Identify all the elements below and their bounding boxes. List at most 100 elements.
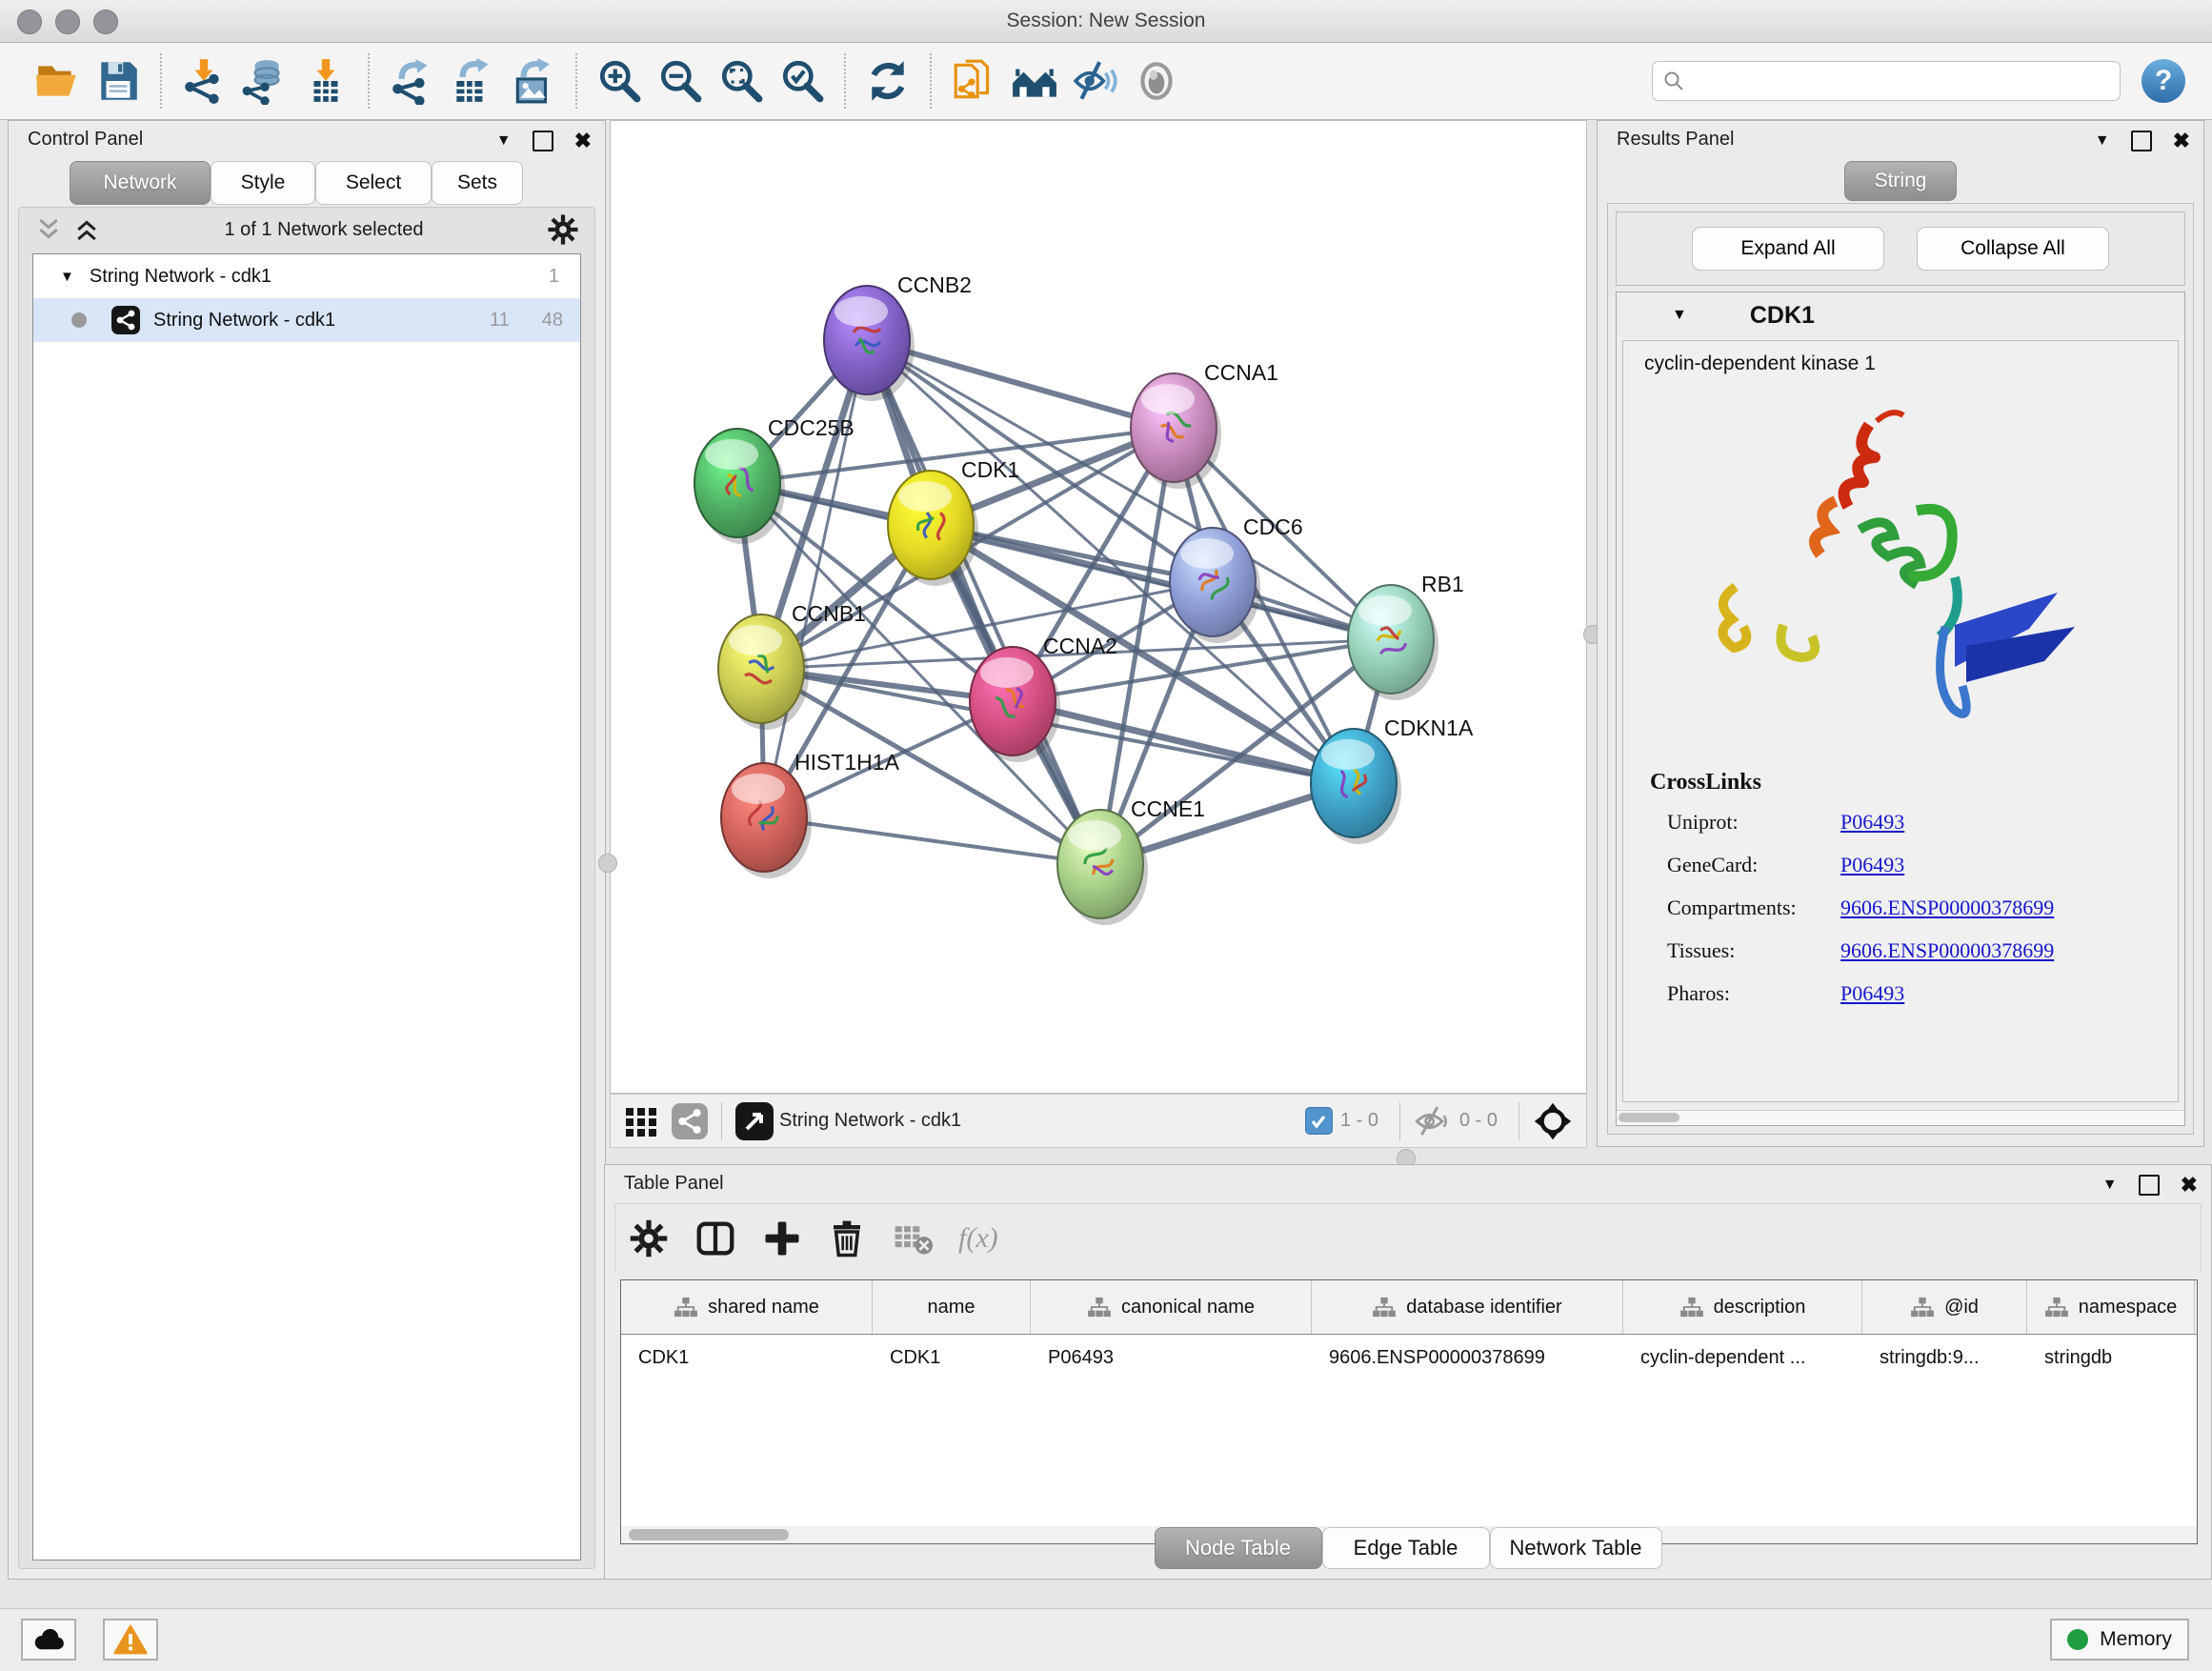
birds-eye-view-icon[interactable] bbox=[735, 1102, 774, 1140]
crosslink-link[interactable]: P06493 bbox=[1840, 853, 1904, 896]
table-options-gear-icon[interactable] bbox=[629, 1218, 669, 1258]
network-node-CDK1[interactable] bbox=[888, 471, 978, 586]
column-header-shared-name[interactable]: shared name bbox=[621, 1280, 873, 1334]
expand-all-networks-icon[interactable] bbox=[72, 215, 101, 244]
export-table-icon[interactable] bbox=[447, 55, 498, 107]
network-view-title: String Network - cdk1 bbox=[779, 1110, 961, 1132]
show-columns-icon[interactable] bbox=[694, 1217, 737, 1260]
collapse-all-networks-icon[interactable] bbox=[34, 215, 63, 244]
table-cell[interactable]: stringdb:9... bbox=[1862, 1334, 2027, 1381]
network-node-HIST1H1A[interactable] bbox=[721, 763, 812, 878]
results-scrollbar[interactable] bbox=[1617, 1110, 2184, 1125]
table-cell[interactable]: CDK1 bbox=[873, 1334, 1031, 1381]
first-neighbors-icon[interactable] bbox=[1009, 55, 1060, 107]
crosslink-link[interactable]: 9606.ENSP00000378699 bbox=[1840, 896, 2054, 938]
save-session-icon[interactable] bbox=[92, 55, 144, 107]
table-cell[interactable]: stringdb bbox=[2027, 1334, 2195, 1381]
network-edge-CCNB2-CCNE1[interactable] bbox=[867, 340, 1100, 864]
table-cell[interactable]: 9606.ENSP00000378699 bbox=[1312, 1334, 1623, 1381]
column-header-label: database identifier bbox=[1406, 1297, 1561, 1319]
collapse-all-button[interactable]: Collapse All bbox=[1917, 227, 2109, 271]
tab-sets[interactable]: Sets bbox=[432, 161, 523, 205]
network-node-RB1[interactable] bbox=[1348, 585, 1438, 700]
tab-edge-table[interactable]: Edge Table bbox=[1322, 1527, 1490, 1569]
network-row[interactable]: String Network - cdk1 11 48 bbox=[33, 298, 580, 342]
tab-network-table[interactable]: Network Table bbox=[1490, 1527, 1662, 1569]
table-panel: Table Panel ▼ ✖ f(x) shared namenamecano… bbox=[604, 1164, 2212, 1580]
crosslink-link[interactable]: 9606.ENSP00000378699 bbox=[1840, 938, 2054, 981]
collapse-panel-icon[interactable]: ▼ bbox=[2102, 1177, 2118, 1194]
network-label: String Network - cdk1 bbox=[153, 310, 335, 332]
column-header-name[interactable]: name bbox=[873, 1280, 1031, 1334]
hide-selected-icon[interactable] bbox=[1070, 55, 1121, 107]
network-view-mode-icon[interactable] bbox=[672, 1103, 708, 1139]
float-panel-icon[interactable] bbox=[2139, 1175, 2160, 1196]
node-label-CCNE1: CCNE1 bbox=[1131, 796, 1205, 821]
table-cell[interactable]: cyclin-dependent ... bbox=[1623, 1334, 1862, 1381]
network-canvas[interactable]: CCNB2CCNA1CDC25BCDK1CDC6RB1CCNB1CCNA2CDK… bbox=[610, 120, 1587, 1094]
collapse-panel-icon[interactable]: ▼ bbox=[2095, 132, 2110, 150]
network-from-selection-icon[interactable] bbox=[948, 55, 999, 107]
help-icon[interactable]: ? bbox=[2142, 59, 2185, 103]
network-node-CCNA2[interactable] bbox=[970, 647, 1060, 762]
delete-column-trash-icon[interactable] bbox=[827, 1218, 867, 1258]
collection-expander-icon[interactable]: ▼ bbox=[60, 269, 74, 285]
table-cell[interactable]: CDK1 bbox=[621, 1334, 873, 1381]
network-edge-CCNB2-HIST1H1A[interactable] bbox=[764, 340, 867, 817]
tab-style[interactable]: Style bbox=[211, 161, 315, 205]
tab-node-table[interactable]: Node Table bbox=[1155, 1527, 1322, 1569]
search-input[interactable] bbox=[1685, 70, 2110, 92]
expand-all-button[interactable]: Expand All bbox=[1692, 227, 1884, 271]
network-node-CDC6[interactable] bbox=[1170, 528, 1260, 643]
network-options-gear-icon[interactable] bbox=[547, 213, 579, 246]
warnings-button[interactable] bbox=[103, 1619, 158, 1661]
selected-checkbox-icon[interactable] bbox=[1305, 1107, 1333, 1135]
open-session-icon[interactable] bbox=[31, 55, 83, 107]
zoom-fit-content-icon[interactable] bbox=[715, 55, 767, 107]
zoom-out-icon[interactable] bbox=[654, 55, 706, 107]
import-network-from-database-icon[interactable] bbox=[239, 55, 291, 107]
network-node-CDKN1A[interactable] bbox=[1311, 729, 1401, 844]
export-network-icon[interactable] bbox=[386, 55, 437, 107]
network-node-CCNA1[interactable] bbox=[1131, 373, 1221, 489]
create-column-icon[interactable] bbox=[762, 1218, 802, 1258]
tab-select[interactable]: Select bbox=[315, 161, 432, 205]
close-panel-icon[interactable]: ✖ bbox=[2181, 1173, 2198, 1198]
column-header-canonical-name[interactable]: canonical name bbox=[1031, 1280, 1312, 1334]
column-header--id[interactable]: @id bbox=[1862, 1280, 2027, 1334]
search-field[interactable] bbox=[1652, 61, 2121, 101]
memory-button[interactable]: Memory bbox=[2050, 1619, 2189, 1661]
table-cell[interactable]: P06493 bbox=[1031, 1334, 1312, 1381]
column-header-database-identifier[interactable]: database identifier bbox=[1312, 1280, 1623, 1334]
zoom-in-icon[interactable] bbox=[593, 55, 645, 107]
network-node-CCNE1[interactable] bbox=[1057, 810, 1148, 925]
show-all-icon[interactable] bbox=[1131, 55, 1182, 107]
import-table-from-file-icon[interactable] bbox=[300, 55, 352, 107]
zoom-selected-icon[interactable] bbox=[776, 55, 828, 107]
close-panel-icon[interactable]: ✖ bbox=[574, 129, 592, 153]
tab-string[interactable]: String bbox=[1844, 161, 1957, 201]
table-row[interactable]: CDK1CDK1P064939606.ENSP00000378699cyclin… bbox=[621, 1334, 2197, 1381]
collapse-panel-icon[interactable]: ▼ bbox=[496, 132, 512, 150]
cloud-status-button[interactable] bbox=[21, 1619, 76, 1661]
grid-view-icon[interactable] bbox=[624, 1104, 658, 1138]
crosslink-link[interactable]: P06493 bbox=[1840, 810, 1904, 853]
fit-selected-crosshair-icon[interactable] bbox=[1533, 1101, 1573, 1141]
node-label-CDK1: CDK1 bbox=[961, 457, 1019, 482]
network-edge-HIST1H1A-CCNE1[interactable] bbox=[764, 817, 1100, 864]
export-image-icon[interactable] bbox=[508, 55, 559, 107]
close-panel-icon[interactable]: ✖ bbox=[2173, 129, 2190, 153]
column-header-description[interactable]: description bbox=[1623, 1280, 1862, 1334]
float-panel-icon[interactable] bbox=[2131, 131, 2152, 151]
import-network-from-file-icon[interactable] bbox=[178, 55, 230, 107]
apply-preferred-layout-icon[interactable] bbox=[862, 55, 914, 107]
network-collection-row[interactable]: ▼ String Network - cdk1 1 bbox=[33, 254, 580, 298]
tab-network[interactable]: Network bbox=[70, 161, 211, 205]
control-splitter-grip[interactable] bbox=[598, 854, 617, 873]
float-panel-icon[interactable] bbox=[533, 131, 553, 151]
network-node-CCNB2[interactable] bbox=[824, 286, 915, 401]
column-header-namespace[interactable]: namespace bbox=[2027, 1280, 2195, 1334]
network-node-CCNB1[interactable] bbox=[718, 614, 809, 730]
gene-expander-icon[interactable]: ▼ bbox=[1672, 307, 1687, 324]
crosslink-link[interactable]: P06493 bbox=[1840, 981, 1904, 1024]
